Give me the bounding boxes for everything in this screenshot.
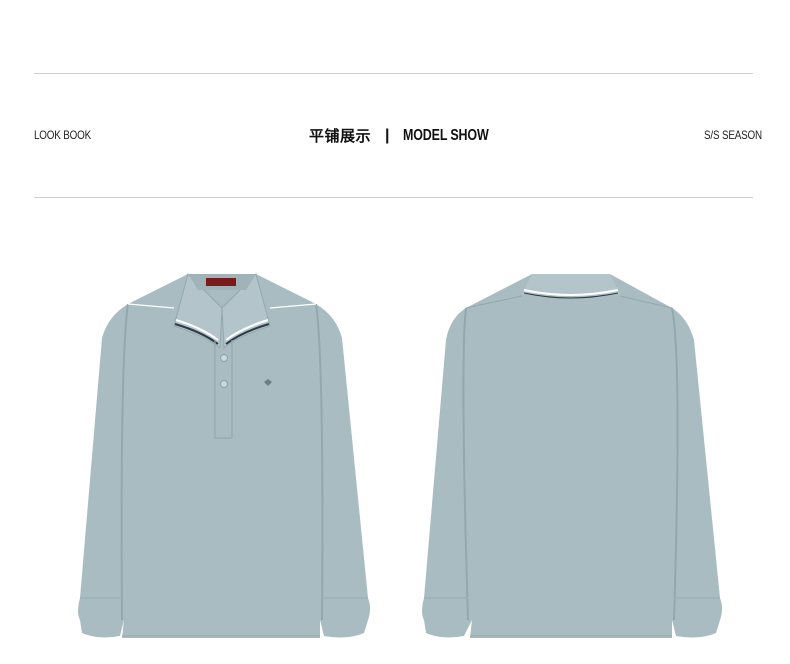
- front-shirt-image: [70, 268, 375, 648]
- top-divider: [34, 73, 753, 74]
- section-title-cn: 平铺展示: [309, 127, 372, 145]
- back-shirt-image: [420, 268, 725, 648]
- section-title: 平铺展示 | MODEL SHOW: [309, 125, 512, 146]
- bottom-divider: [34, 197, 753, 198]
- season-label: S/S SEASON: [704, 128, 762, 142]
- look-book-label: LOOK BOOK: [34, 128, 92, 142]
- section-title-en: MODEL SHOW: [402, 126, 489, 144]
- title-separator: |: [385, 126, 390, 144]
